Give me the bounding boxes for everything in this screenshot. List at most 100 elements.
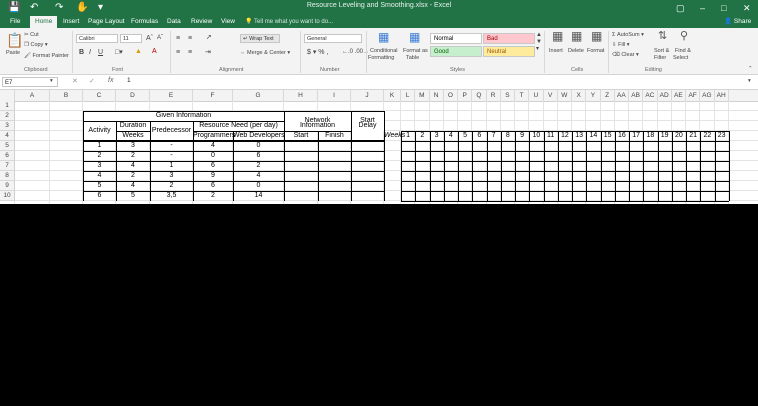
data-cell-r6-c3[interactable]: 0 — [193, 151, 233, 161]
merge-center-button[interactable]: ⇔ Merge & Center ▾ — [240, 50, 290, 57]
tab-review[interactable]: Review — [191, 17, 212, 27]
wrap-text-button[interactable]: ↵ Wrap Text — [240, 34, 280, 43]
week-number-11[interactable]: 11 — [544, 131, 558, 141]
data-cell-r9-c3[interactable]: 6 — [193, 181, 233, 191]
ribbon-display-icon[interactable]: ▢ — [676, 1, 685, 15]
week-number-3[interactable]: 3 — [430, 131, 444, 141]
column-header-aa[interactable]: AA — [615, 90, 629, 101]
column-header-s[interactable]: S — [501, 90, 515, 101]
conditional-formatting-label2[interactable]: Formatting — [368, 55, 394, 62]
row-header-1[interactable]: 1 — [0, 101, 15, 111]
data-cell-r6-c0[interactable]: 2 — [83, 151, 116, 161]
week-number-15[interactable]: 15 — [601, 131, 615, 141]
bold-icon[interactable]: B — [79, 49, 84, 56]
style-good[interactable]: Good — [430, 46, 482, 57]
week-number-12[interactable]: 12 — [558, 131, 572, 141]
column-header-ad[interactable]: AD — [658, 90, 672, 101]
column-header-p[interactable]: P — [458, 90, 473, 101]
data-cell-r10-c1[interactable]: 5 — [116, 191, 150, 201]
column-header-h[interactable]: H — [284, 90, 318, 101]
row-header-7[interactable]: 7 — [0, 161, 15, 171]
tab-formulas[interactable]: Formulas — [131, 17, 158, 27]
column-header-x[interactable]: X — [572, 90, 587, 101]
shrink-font-icon[interactable]: Aˇ — [157, 35, 163, 42]
find-select-label[interactable]: Find & — [675, 48, 691, 55]
column-header-t[interactable]: T — [515, 90, 530, 101]
format-as-table-label[interactable]: Format as — [403, 48, 428, 55]
tab-page-layout[interactable]: Page Layout — [88, 17, 125, 27]
column-header-r[interactable]: R — [487, 90, 501, 101]
week-number-9[interactable]: 9 — [515, 131, 529, 141]
align-middle-icon[interactable]: ≡ — [188, 35, 192, 42]
tab-home[interactable]: Home — [30, 16, 58, 28]
tab-file[interactable]: File — [10, 17, 20, 27]
week-number-8[interactable]: 8 — [501, 131, 515, 141]
column-header-n[interactable]: N — [430, 90, 444, 101]
week-number-1[interactable]: 1 — [401, 131, 415, 141]
column-header-ah[interactable]: AH — [715, 90, 729, 101]
sort-filter-label[interactable]: Sort & — [654, 48, 669, 55]
data-cell-r8-c3[interactable]: 9 — [193, 171, 233, 181]
data-cell-r10-c3[interactable]: 2 — [193, 191, 233, 201]
orientation-icon[interactable]: ➚ — [206, 34, 212, 41]
format-cells-icon[interactable]: ▦ — [591, 30, 602, 42]
column-header-ae[interactable]: AE — [672, 90, 686, 101]
column-header-m[interactable]: M — [415, 90, 430, 101]
resource-need-header[interactable]: Resource Need (per day) — [193, 121, 284, 131]
underline-icon[interactable]: U — [98, 49, 103, 56]
data-cell-r7-c1[interactable]: 4 — [116, 161, 150, 171]
name-box-dropdown-icon[interactable]: ▾ — [50, 78, 53, 85]
data-cell-r10-c4[interactable]: 14 — [233, 191, 284, 201]
week-number-14[interactable]: 14 — [586, 131, 600, 141]
row-header-8[interactable]: 8 — [0, 171, 15, 181]
sort-filter-icon[interactable]: ⇅ — [658, 31, 667, 42]
column-header-a[interactable]: A — [15, 90, 50, 101]
formula-input[interactable]: 1 — [127, 77, 131, 84]
week-number-7[interactable]: 7 — [487, 131, 501, 141]
given-information-header[interactable]: Given Information — [83, 111, 284, 121]
data-cell-r8-c1[interactable]: 2 — [116, 171, 150, 181]
conditional-formatting-label[interactable]: Conditional — [370, 48, 398, 55]
data-cell-r5-c2[interactable]: - — [150, 141, 193, 151]
italic-icon[interactable]: I — [89, 49, 91, 56]
column-header-o[interactable]: O — [444, 90, 458, 101]
data-cell-r9-c4[interactable]: 0 — [233, 181, 284, 191]
copy-button[interactable]: ❐ Copy ▾ — [24, 42, 48, 49]
weeks-label[interactable]: Weeks — [384, 131, 405, 141]
data-cell-r10-c2[interactable]: 3,5 — [150, 191, 193, 201]
format-painter-button[interactable]: 🖌 Format Painter — [24, 53, 69, 60]
align-top-icon[interactable]: ≡ — [176, 35, 180, 42]
paste-icon[interactable]: 📋 — [6, 32, 23, 48]
tell-me-search[interactable]: 💡 Tell me what you want to do... — [245, 17, 333, 27]
data-cell-r8-c4[interactable]: 4 — [233, 171, 284, 181]
expand-formula-icon[interactable]: ▾ — [748, 78, 751, 85]
column-header-w[interactable]: W — [558, 90, 572, 101]
row-header-6[interactable]: 6 — [0, 151, 15, 161]
data-cell-r7-c0[interactable]: 3 — [83, 161, 116, 171]
column-header-ac[interactable]: AC — [643, 90, 658, 101]
format-cells-label[interactable]: Format — [587, 48, 604, 55]
column-header-q[interactable]: Q — [472, 90, 487, 101]
delete-cells-icon[interactable]: ▦ — [571, 30, 582, 42]
column-header-f[interactable]: F — [193, 90, 233, 101]
data-cell-r5-c1[interactable]: 3 — [116, 141, 150, 151]
find-select-label2[interactable]: Select — [673, 55, 688, 62]
week-number-4[interactable]: 4 — [444, 131, 458, 141]
insert-cells-label[interactable]: Insert — [549, 48, 563, 55]
week-number-13[interactable]: 13 — [572, 131, 586, 141]
select-all-corner[interactable] — [0, 90, 15, 101]
close-icon[interactable]: ✕ — [743, 1, 751, 15]
data-cell-r9-c0[interactable]: 5 — [83, 181, 116, 191]
week-number-21[interactable]: 21 — [686, 131, 700, 141]
week-number-10[interactable]: 10 — [529, 131, 543, 141]
font-color-icon[interactable]: A — [152, 48, 157, 55]
data-cell-r5-c0[interactable]: 1 — [83, 141, 116, 151]
decimal-icons[interactable]: ←.0 .00→ — [342, 49, 369, 56]
row-header-4[interactable]: 4 — [0, 131, 15, 141]
minimize-icon[interactable]: – — [700, 1, 705, 15]
column-header-c[interactable]: C — [83, 90, 116, 101]
clear-button[interactable]: ⌫ Clear ▾ — [612, 52, 639, 59]
delete-cells-label[interactable]: Delete — [568, 48, 584, 55]
column-header-d[interactable]: D — [116, 90, 150, 101]
week-number-16[interactable]: 16 — [615, 131, 629, 141]
